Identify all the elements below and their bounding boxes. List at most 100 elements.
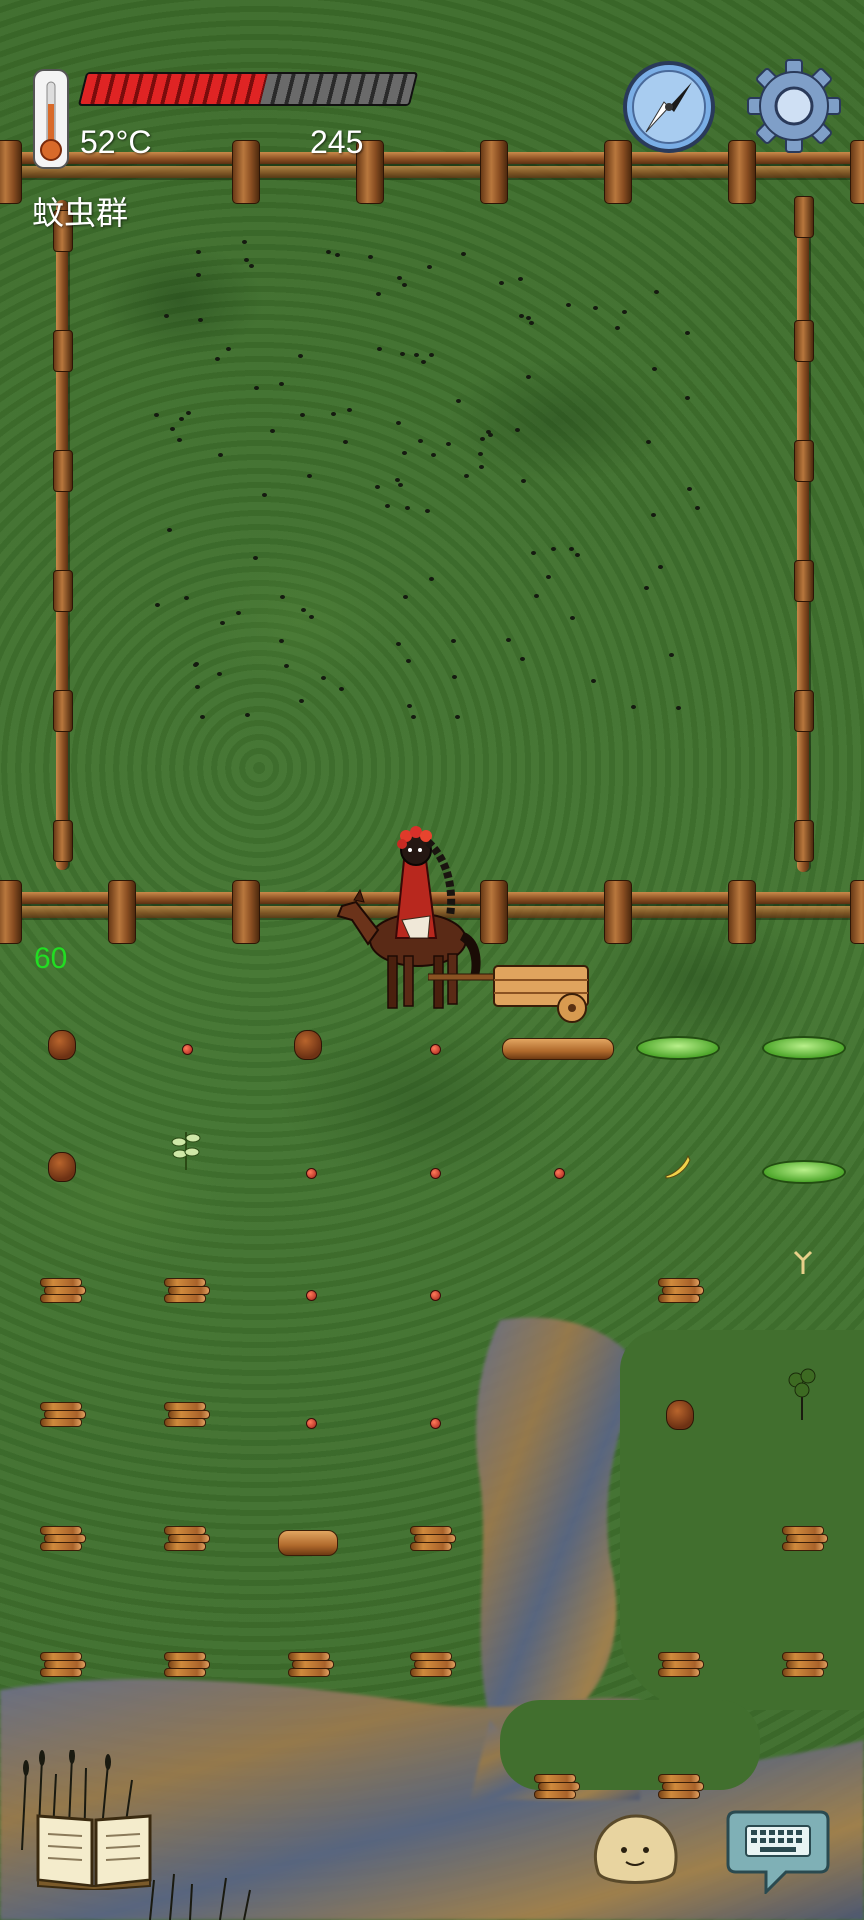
pine-cone[interactable] (666, 1400, 694, 1430)
small-tree[interactable] (782, 1362, 822, 1422)
kindling[interactable] (40, 1526, 86, 1554)
kindling[interactable] (658, 1652, 704, 1680)
mosquito-speck (592, 305, 598, 310)
kindling[interactable] (40, 1402, 86, 1430)
mosquito-speck (300, 412, 306, 417)
fence-post (794, 690, 814, 732)
kindling[interactable] (164, 1402, 210, 1430)
mosquito-speck (384, 504, 390, 509)
wooden-cart[interactable] (428, 960, 598, 1030)
mosquito-speck (248, 264, 254, 269)
mosquito-speck (220, 620, 226, 625)
keyboard-icon (726, 1810, 830, 1896)
red-berry[interactable] (306, 1290, 317, 1301)
mosquito-speck (529, 320, 535, 325)
mosquito-speck (685, 330, 691, 335)
banana-peel[interactable] (662, 1154, 692, 1180)
sapling[interactable] (166, 1122, 206, 1172)
mosquito-speck (675, 705, 681, 710)
settings-button[interactable] (744, 56, 844, 156)
mosquito-speck (166, 528, 172, 533)
mosquito-speck (460, 251, 466, 256)
side-number: 60 (34, 942, 68, 975)
mosquito-speck (297, 353, 303, 358)
mosquito-speck (545, 574, 551, 579)
mosquito-speck (321, 675, 327, 680)
fence-post (794, 440, 814, 482)
kindling[interactable] (658, 1278, 704, 1306)
fence-post (480, 140, 508, 204)
mosquito-speck (163, 314, 169, 319)
face-icon (593, 1814, 678, 1884)
mosquito-speck (194, 684, 200, 689)
red-berry[interactable] (182, 1044, 193, 1055)
kindling[interactable] (782, 1652, 828, 1680)
mosquito-speck (534, 593, 540, 598)
mosquito-speck (154, 603, 160, 608)
health-bar (77, 72, 419, 106)
red-berry[interactable] (554, 1168, 565, 1179)
butt-log[interactable] (502, 1038, 614, 1060)
fence-post (604, 880, 632, 944)
recipe-book-button[interactable] (34, 1806, 154, 1892)
mosquito-speck (646, 439, 652, 444)
red-berry[interactable] (306, 1418, 317, 1429)
fence-post (794, 820, 814, 862)
mosquito-speck (531, 550, 537, 555)
keyboard-button[interactable] (726, 1808, 830, 1896)
temperature-label: 52°C (80, 124, 152, 160)
kindling[interactable] (658, 1774, 704, 1802)
compass-button[interactable] (622, 60, 716, 154)
mosquito-speck (153, 412, 159, 417)
mosquito-speck (518, 276, 524, 281)
gear-icon (747, 59, 841, 153)
kindling[interactable] (410, 1652, 456, 1680)
red-berry[interactable] (430, 1418, 441, 1429)
mosquito-speck (485, 429, 491, 434)
mosquito-speck (526, 374, 532, 379)
red-berry[interactable] (430, 1290, 441, 1301)
kindling[interactable] (782, 1526, 828, 1554)
kindling[interactable] (410, 1526, 456, 1554)
red-berry[interactable] (306, 1168, 317, 1179)
mosquito-speck (684, 395, 690, 400)
red-berry[interactable] (430, 1168, 441, 1179)
leaf-pile[interactable] (762, 1036, 846, 1060)
kindling[interactable] (40, 1278, 86, 1306)
kindling[interactable] (534, 1774, 580, 1802)
fence-post (53, 820, 73, 862)
fence-post (850, 880, 864, 944)
reeds[interactable] (140, 1870, 260, 1920)
emote-button[interactable] (588, 1812, 682, 1888)
mosquito-speck (478, 451, 484, 456)
sprout[interactable] (790, 1248, 816, 1276)
mosquito-speck (185, 410, 191, 415)
red-berry[interactable] (430, 1044, 441, 1055)
mosquito-speck (396, 276, 402, 281)
kindling[interactable] (40, 1652, 86, 1680)
kindling[interactable] (164, 1278, 210, 1306)
mosquito-speck (252, 555, 258, 560)
mosquito-speck (406, 704, 412, 709)
compass-icon (623, 61, 715, 153)
thermometer-icon (33, 69, 69, 169)
health-bar-empty (260, 74, 416, 104)
leaf-pile[interactable] (762, 1160, 846, 1184)
kindling[interactable] (164, 1526, 210, 1554)
mosquito-speck (505, 638, 511, 643)
kindling[interactable] (164, 1652, 210, 1680)
mosquito-speck (375, 484, 381, 489)
pine-cone[interactable] (48, 1030, 76, 1060)
butt-log[interactable] (278, 1530, 338, 1556)
game-world[interactable] (0, 0, 864, 1920)
mosquito-speck (630, 704, 636, 709)
pine-cone[interactable] (294, 1030, 322, 1060)
mosquito-speck (570, 615, 576, 620)
mosquito-speck (424, 509, 430, 514)
mosquito-speck (176, 437, 182, 442)
leaf-pile[interactable] (636, 1036, 720, 1060)
fence-post (728, 880, 756, 944)
fence-post (850, 140, 864, 204)
kindling[interactable] (288, 1652, 334, 1680)
pine-cone[interactable] (48, 1152, 76, 1182)
